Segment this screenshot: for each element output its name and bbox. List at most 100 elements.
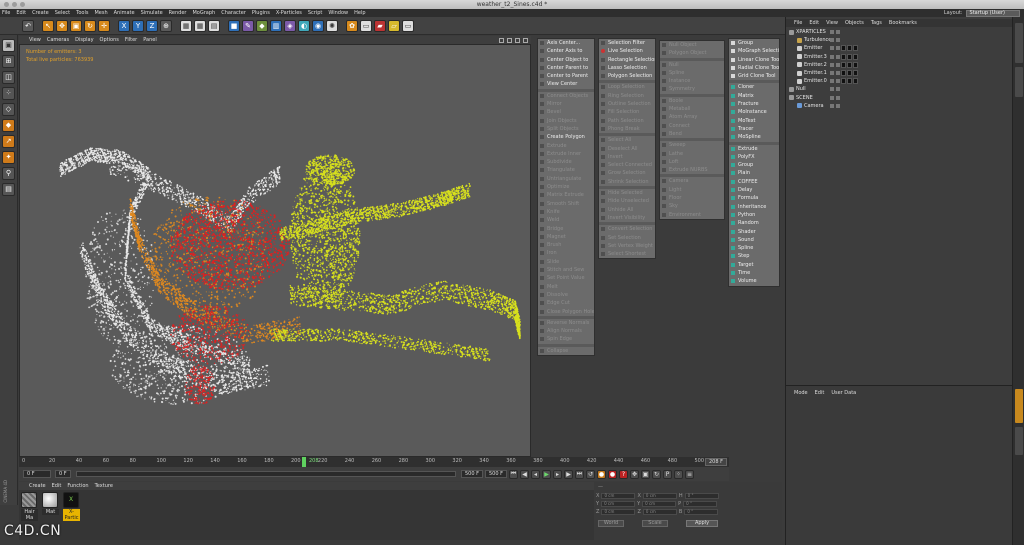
menu-item-split-objects[interactable]: Split Objects [538, 125, 594, 133]
viewport-menu-cameras[interactable]: Cameras [47, 37, 69, 43]
workplane-icon[interactable]: ◫ [2, 71, 15, 84]
menu-mograph[interactable]: MoGraph [192, 10, 215, 16]
menu-item-boole[interactable]: Boole [660, 97, 724, 105]
menu-item-camera[interactable]: Camera [660, 177, 724, 185]
menu-item-view-center[interactable]: View Center [538, 80, 594, 88]
menu-item-formula[interactable]: Formula [729, 194, 779, 202]
menu-item-dissolve[interactable]: Dissolve [538, 291, 594, 299]
render-view-icon[interactable]: ▦ [180, 19, 192, 32]
menu-item-edge-cut[interactable]: Edge Cut [538, 299, 594, 307]
menu-item-atom-array[interactable]: Atom Array [660, 113, 724, 121]
next-key-icon[interactable]: ▶ [564, 469, 573, 479]
visibility-flags-icon[interactable] [830, 103, 840, 108]
menu-item-shrink-selection[interactable]: Shrink Selection [599, 178, 655, 186]
menu-x-particles[interactable]: X-Particles [276, 10, 302, 16]
playhead[interactable] [302, 457, 306, 467]
object-row[interactable]: Emitter [786, 44, 1012, 52]
menu-item-fill-selection[interactable]: Fill Selection [599, 108, 655, 116]
menu-item-group[interactable]: Group [729, 161, 779, 169]
menu-item-sky[interactable]: Sky [660, 202, 724, 210]
menu-item-hide-selected[interactable]: Hide Selected [599, 189, 655, 197]
attribute-menu-mode[interactable]: Mode [794, 390, 808, 396]
menu-item-symmetry[interactable]: Symmetry [660, 85, 724, 93]
menu-render[interactable]: Render [169, 10, 187, 16]
visibility-flags-icon[interactable] [830, 95, 840, 100]
object-tags-icon[interactable] [841, 78, 858, 85]
y-axis-icon[interactable]: Y [132, 19, 144, 32]
menu-item-close-polygon-hole[interactable]: Close Polygon Hole [538, 308, 594, 316]
object-tags-icon[interactable] [841, 70, 858, 77]
object-tags-icon[interactable] [841, 53, 858, 60]
menu-item-knife[interactable]: Knife [538, 208, 594, 216]
menu-item-spin-edge[interactable]: Spin Edge [538, 335, 594, 343]
menu-item-bend[interactable]: Bend [660, 130, 724, 138]
menu-item-radial-clone-tool[interactable]: Radial Clone Tool [729, 64, 779, 72]
object-menu-tags[interactable]: Tags [871, 20, 882, 26]
objects-tab[interactable] [1015, 23, 1023, 63]
points-mode-icon[interactable]: ⁘ [2, 87, 15, 100]
position-key-icon[interactable]: ✥ [630, 469, 639, 479]
menu-item-smooth-shift[interactable]: Smooth Shift [538, 200, 594, 208]
menu-item-set-point-value[interactable]: Set Point Value [538, 274, 594, 282]
material-menu-texture[interactable]: Texture [95, 483, 113, 489]
menu-item-motext[interactable]: MoText [729, 117, 779, 125]
material-swatch[interactable]: Mat [42, 492, 59, 516]
select-arrow-icon[interactable]: ↖ [42, 19, 54, 32]
visibility-flags-icon[interactable] [830, 38, 840, 43]
coord-value-field[interactable]: 0 cm [601, 493, 636, 499]
coord-value-field[interactable]: 0 cm [642, 501, 677, 507]
viewport-menu-options[interactable]: Options [100, 37, 119, 43]
menu-item-iron[interactable]: Iron [538, 249, 594, 257]
lock-workplane-icon[interactable]: ▤ [2, 183, 15, 196]
object-menu-edit[interactable]: Edit [809, 20, 819, 26]
menu-item-select-all[interactable]: Select All [599, 136, 655, 144]
layout-dropdown[interactable]: Startup (User) [965, 9, 1020, 17]
menu-item-extrude[interactable]: Extrude [729, 145, 779, 153]
menu-item-align-normals[interactable]: Align Normals [538, 327, 594, 335]
render-picture-viewer-icon[interactable]: ▦ [194, 19, 206, 32]
object-row[interactable]: Emitter.1 [786, 69, 1012, 77]
menu-item-linear-clone-tool[interactable]: Linear Clone Tool [729, 56, 779, 64]
menu-item-subdivide[interactable]: Subdivide [538, 158, 594, 166]
material-menu-edit[interactable]: Edit [52, 483, 62, 489]
pen-icon[interactable]: ✎ [242, 19, 254, 32]
menu-item-join-objects[interactable]: Join Objects [538, 117, 594, 125]
render-region-icon[interactable]: ▭ [360, 19, 372, 32]
menu-item-optimize[interactable]: Optimize [538, 183, 594, 191]
menu-item-light[interactable]: Light [660, 186, 724, 194]
menu-item-sweep[interactable]: Sweep [660, 141, 724, 149]
menu-item-deselect-all[interactable]: Deselect All [599, 145, 655, 153]
loop-icon[interactable]: ↺ [586, 469, 595, 479]
material-swatch[interactable]: Hair Ma [21, 492, 38, 521]
visibility-flags-icon[interactable] [830, 71, 840, 76]
menu-item-create-polygon[interactable]: Create Polygon [538, 133, 594, 141]
menu-item-stitch-and-sew[interactable]: Stitch and Sew [538, 266, 594, 274]
current-frame-field[interactable]: 208 F [704, 458, 727, 466]
coord-value-field[interactable]: 0 ° [684, 509, 719, 515]
menu-item-cloner[interactable]: Cloner [729, 83, 779, 91]
parameter-key-icon[interactable]: P [663, 469, 672, 479]
menu-item-mograph-selection[interactable]: MoGraph Selection [729, 47, 779, 55]
tweak-mode-icon[interactable]: ✦ [2, 151, 15, 164]
coordinate-mode-dropdown[interactable]: World [598, 520, 624, 527]
layout-selector[interactable]: Layout: Startup (User) [944, 9, 1020, 17]
previous-key-icon[interactable]: ◀ [520, 469, 529, 479]
coord-value-field[interactable]: 0 cm [601, 509, 636, 515]
z-axis-icon[interactable]: Z [146, 19, 158, 32]
edges-mode-icon[interactable]: ◇ [2, 103, 15, 116]
menu-item-collapse[interactable]: Collapse [538, 347, 594, 355]
xp-modifier-icon[interactable]: ▱ [388, 19, 400, 32]
menu-item-slide[interactable]: Slide [538, 258, 594, 266]
viewport-menu-display[interactable]: Display [75, 37, 93, 43]
object-row[interactable]: Emitter.0 [786, 77, 1012, 85]
subdivision-icon[interactable]: ◆ [256, 19, 268, 32]
object-row[interactable]: Camera [786, 102, 1012, 110]
snap-icon[interactable]: ⚲ [2, 167, 15, 180]
menu-item-coffee[interactable]: COFFEE [729, 178, 779, 186]
attribute-menu-user-data[interactable]: User Data [831, 390, 856, 396]
menu-mesh[interactable]: Mesh [94, 10, 107, 16]
menu-script[interactable]: Script [308, 10, 323, 16]
timeline-ruler[interactable]: 208 208 F 0 20 40 60 80 100 120 140 160 180 200 220… [19, 457, 729, 467]
menu-item-extrude-inner[interactable]: Extrude Inner [538, 150, 594, 158]
move-icon[interactable]: ✥ [56, 19, 68, 32]
